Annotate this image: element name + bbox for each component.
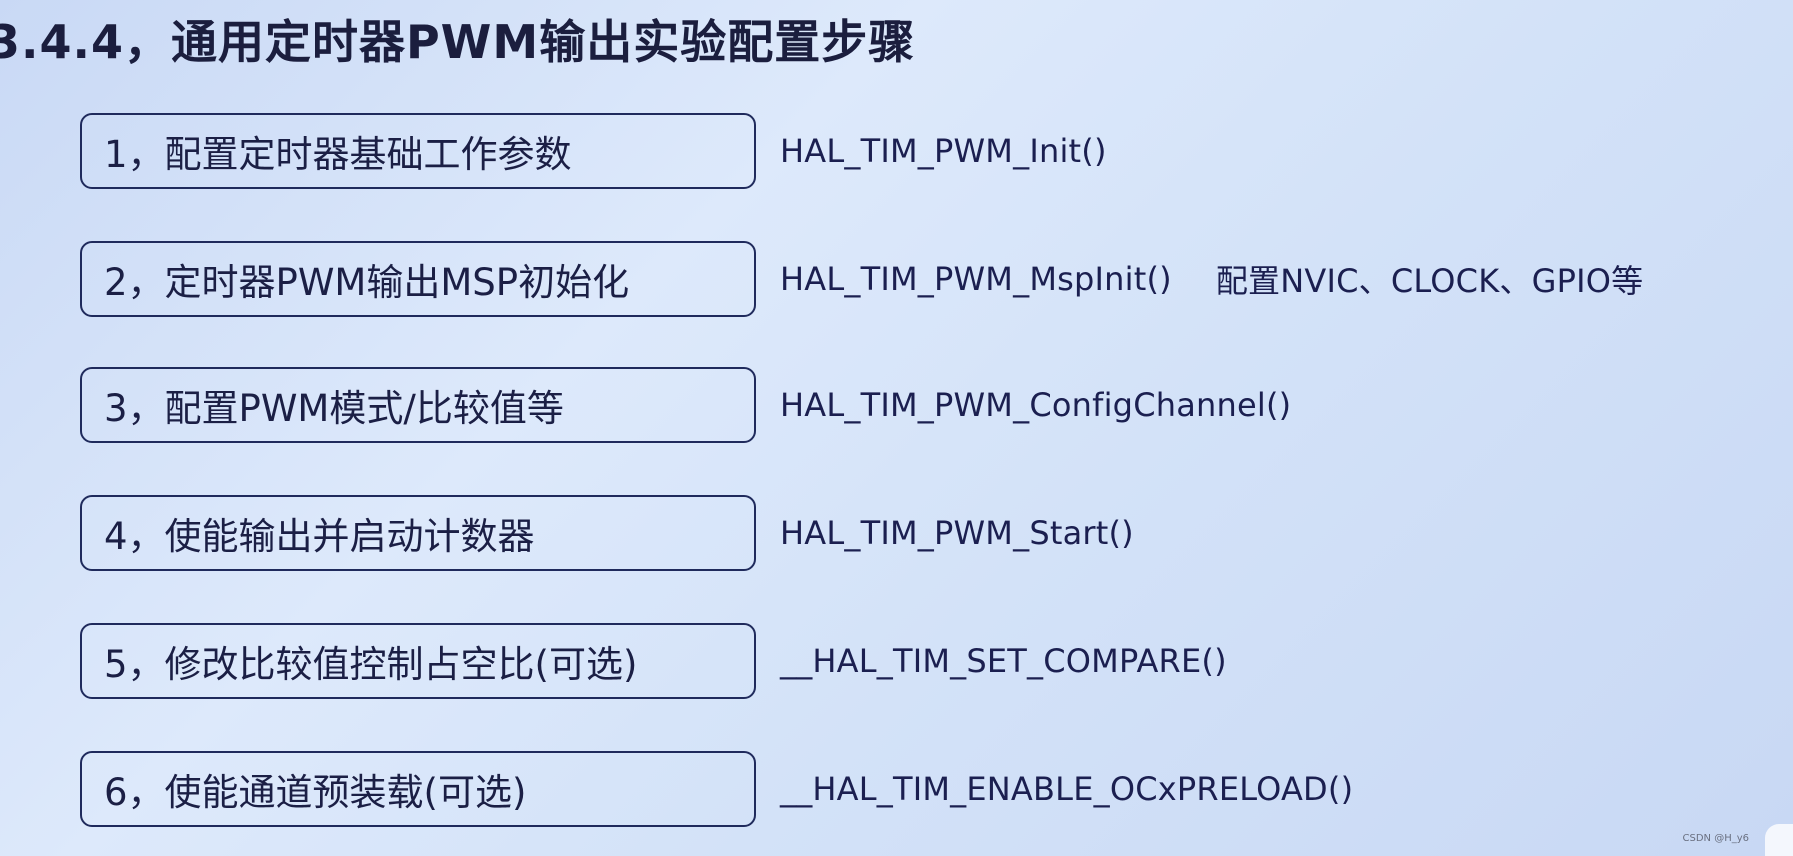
step-box-6: 6，使能通道预装载(可选) xyxy=(80,751,756,827)
function-name: __HAL_TIM_SET_COMPARE() xyxy=(780,642,1227,680)
step-function-2: HAL_TIM_PWM_MspInit() 配置NVIC、CLOCK、GPIO等 xyxy=(780,241,1643,317)
step-function-6: __HAL_TIM_ENABLE_OCxPRELOAD() xyxy=(780,751,1353,827)
step-function-5: __HAL_TIM_SET_COMPARE() xyxy=(780,623,1227,699)
step-box-4: 4，使能输出并启动计数器 xyxy=(80,495,756,571)
function-name: HAL_TIM_PWM_Start() xyxy=(780,514,1134,552)
function-name: HAL_TIM_PWM_MspInit() xyxy=(780,260,1172,298)
slide-title: 3.4.4，通用定时器PWM输出实验配置步骤 xyxy=(0,15,916,69)
step-function-3: HAL_TIM_PWM_ConfigChannel() xyxy=(780,367,1291,443)
step-function-4: HAL_TIM_PWM_Start() xyxy=(780,495,1134,571)
function-note: 配置NVIC、CLOCK、GPIO等 xyxy=(1215,262,1644,300)
watermark: CSDN @H_y6 xyxy=(1682,833,1750,844)
corner-decoration xyxy=(1765,824,1793,856)
step-box-3: 3，配置PWM模式/比较值等 xyxy=(80,367,756,443)
step-box-5: 5，修改比较值控制占空比(可选) xyxy=(80,623,756,699)
function-name: HAL_TIM_PWM_ConfigChannel() xyxy=(780,386,1292,424)
step-box-1: 1，配置定时器基础工作参数 xyxy=(80,113,756,189)
step-box-2: 2，定时器PWM输出MSP初始化 xyxy=(80,241,756,317)
step-function-1: HAL_TIM_PWM_Init() xyxy=(780,113,1107,189)
function-name: __HAL_TIM_ENABLE_OCxPRELOAD() xyxy=(780,770,1354,808)
function-name: HAL_TIM_PWM_Init() xyxy=(780,132,1107,170)
